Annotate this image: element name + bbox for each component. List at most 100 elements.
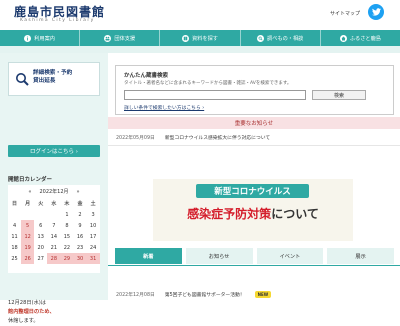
banner-headline: 感染症予防対策について [153, 205, 353, 222]
nav-item-label: 利用案内 [34, 35, 55, 42]
main-content: かんたん蔵書検索 タイトル・著者名などに含まれるキーワードから図書・雑誌・AVを… [108, 53, 400, 300]
site-header: 鹿島市民図書館 Kashima City Library サイトマップ [0, 0, 400, 30]
calendar-weekday: 木 [60, 198, 73, 209]
tab-exhibits[interactable]: 展示 [327, 248, 394, 264]
calendar-weekday: 土 [87, 198, 100, 209]
home-icon [340, 35, 347, 42]
calendar-next-button[interactable]: » [77, 189, 80, 195]
banner-tag: 新型コロナウイルス [196, 184, 309, 198]
main-nav: 利用案内 団体支援 資料を探す 調べもの・相談 ふるさと鹿島 [0, 30, 400, 46]
calendar-day-closed[interactable]: 5 [21, 220, 34, 231]
calendar-day[interactable]: 14 [47, 231, 60, 242]
calendar-day[interactable]: 27 [34, 253, 47, 264]
notice-line-highlight: 館内整理日のため、 [8, 308, 55, 317]
calendar-day[interactable]: 22 [60, 242, 73, 253]
twitter-icon[interactable] [368, 4, 384, 20]
calendar-day[interactable]: 20 [34, 242, 47, 253]
nav-item-hometown[interactable]: ふるさと鹿島 [321, 30, 400, 46]
book-icon [182, 35, 189, 42]
calendar-day-closed[interactable]: 12 [21, 231, 34, 242]
calendar-day[interactable]: 7 [47, 220, 60, 231]
calendar-day-closed[interactable]: 29 [60, 253, 73, 264]
calendar-day[interactable]: 16 [73, 231, 86, 242]
covid-banner[interactable]: 新型コロナウイルス 感染症予防対策について [153, 179, 353, 241]
calendar-day[interactable]: 6 [34, 220, 47, 231]
sitemap-link[interactable]: サイトマップ [330, 10, 360, 17]
calendar-day[interactable]: 13 [34, 231, 47, 242]
calendar-day [34, 209, 47, 220]
calendar-day[interactable]: 24 [87, 242, 100, 253]
news-item[interactable]: 2022年12月08日 第5回子ども図書館サポーター活動！ NEW [116, 289, 394, 299]
news-text: 第5回子ども図書館サポーター活動！ [165, 291, 245, 298]
nav-item-research[interactable]: 調べもの・相談 [241, 30, 321, 46]
detail-search-label-line2: 貸出延長 [33, 77, 72, 85]
news-tabs: 新着 お知らせ イベント 展示 [115, 248, 394, 264]
sidebar: 詳細検索・予約 貸出延長 ログインはこちら › 開館日カレンダー « 2022年… [0, 53, 108, 300]
calendar-day-closed[interactable]: 28 [47, 253, 60, 264]
calendar-day[interactable]: 2 [73, 209, 86, 220]
calendar-day[interactable]: 1 [60, 209, 73, 220]
calendar-day[interactable]: 25 [8, 253, 21, 264]
tab-notices[interactable]: お知らせ [186, 248, 253, 264]
nav-item-label: 調べもの・相談 [267, 35, 303, 42]
simple-search-input[interactable] [124, 90, 306, 100]
search-icon [15, 71, 29, 85]
nav-item-label: 団体支援 [114, 35, 135, 42]
calendar-day[interactable]: 8 [60, 220, 73, 231]
banner-headline-red: 感染症予防対策 [187, 207, 271, 221]
detail-search-label: 詳細検索・予約 貸出延長 [33, 69, 72, 85]
notice-line: 12月28日(水)は [8, 299, 55, 308]
calendar-day-closed[interactable]: 31 [87, 253, 100, 264]
nav-item-search-materials[interactable]: 資料を探す [160, 30, 240, 46]
tab-events[interactable]: イベント [257, 248, 324, 264]
site-logo-subtitle: Kashima City Library [20, 18, 95, 23]
calendar-day-closed[interactable]: 30 [73, 253, 86, 264]
tabs-underline [108, 265, 400, 266]
important-notice-header: 重要なお知らせ [108, 117, 400, 129]
calendar-day[interactable]: 15 [60, 231, 73, 242]
calendar-title: 開館日カレンダー [8, 175, 52, 183]
calendar-day[interactable]: 4 [8, 220, 21, 231]
notice-date: 2022年05月09日 [116, 134, 155, 142]
calendar-day[interactable]: 21 [47, 242, 60, 253]
detail-search-button[interactable]: 詳細検索・予約 貸出延長 [8, 62, 100, 96]
calendar-day [8, 209, 21, 220]
calendar-day[interactable]: 11 [8, 231, 21, 242]
nav-sub-band [0, 46, 400, 53]
nav-item-guide[interactable]: 利用案内 [0, 30, 80, 46]
calendar-weekday: 水 [47, 198, 60, 209]
opening-calendar: « 2022年12月 » 日月火水木金土12345678910111213141… [8, 185, 100, 273]
calendar-day [47, 209, 60, 220]
calendar-notice: 12月28日(水)は 館内整理日のため、 休館します。 [8, 299, 55, 326]
important-notice-item[interactable]: 2022年05月09日 新型コロナウイルス感染拡大に伴う対応について [116, 134, 394, 142]
detail-search-link[interactable]: 詳しい条件で検索したい方はこちら › [124, 104, 204, 111]
notice-text: 新型コロナウイルス感染拡大に伴う対応について [165, 134, 270, 142]
calendar-grid: 日月火水木金土123456789101112131415161718192021… [8, 198, 100, 264]
simple-search-panel: かんたん蔵書検索 タイトル・著者名などに含まれるキーワードから図書・雑誌・AVを… [115, 65, 394, 115]
group-icon [104, 35, 111, 42]
calendar-day[interactable]: 18 [8, 242, 21, 253]
simple-search-description: タイトル・著者名などに含まれるキーワードから図書・雑誌・AVを検索できます。 [124, 80, 291, 86]
calendar-weekday: 日 [8, 198, 21, 209]
tab-new[interactable]: 新着 [115, 248, 182, 264]
calendar-day[interactable]: 23 [73, 242, 86, 253]
calendar-day[interactable]: 17 [87, 231, 100, 242]
calendar-nav: « 2022年12月 » [8, 187, 100, 196]
calendar-day-closed[interactable]: 26 [21, 253, 34, 264]
calendar-day[interactable]: 3 [87, 209, 100, 220]
calendar-prev-button[interactable]: « [28, 189, 31, 195]
calendar-day[interactable]: 10 [87, 220, 100, 231]
calendar-weekday: 金 [73, 198, 86, 209]
nav-item-group[interactable]: 団体支援 [80, 30, 160, 46]
login-button[interactable]: ログインはこちら › [8, 145, 100, 157]
divider [108, 145, 400, 146]
calendar-day[interactable]: 9 [73, 220, 86, 231]
simple-search-title: かんたん蔵書検索 [124, 71, 168, 79]
nav-item-label: ふるさと鹿島 [350, 35, 381, 42]
calendar-day-closed[interactable]: 19 [21, 242, 34, 253]
notice-line: 休館します。 [8, 317, 55, 326]
calendar-month: 2022年12月 [39, 188, 68, 195]
simple-search-button[interactable]: 検索 [312, 90, 366, 100]
banner-headline-dark: について [271, 207, 319, 221]
calendar-weekday: 火 [34, 198, 47, 209]
